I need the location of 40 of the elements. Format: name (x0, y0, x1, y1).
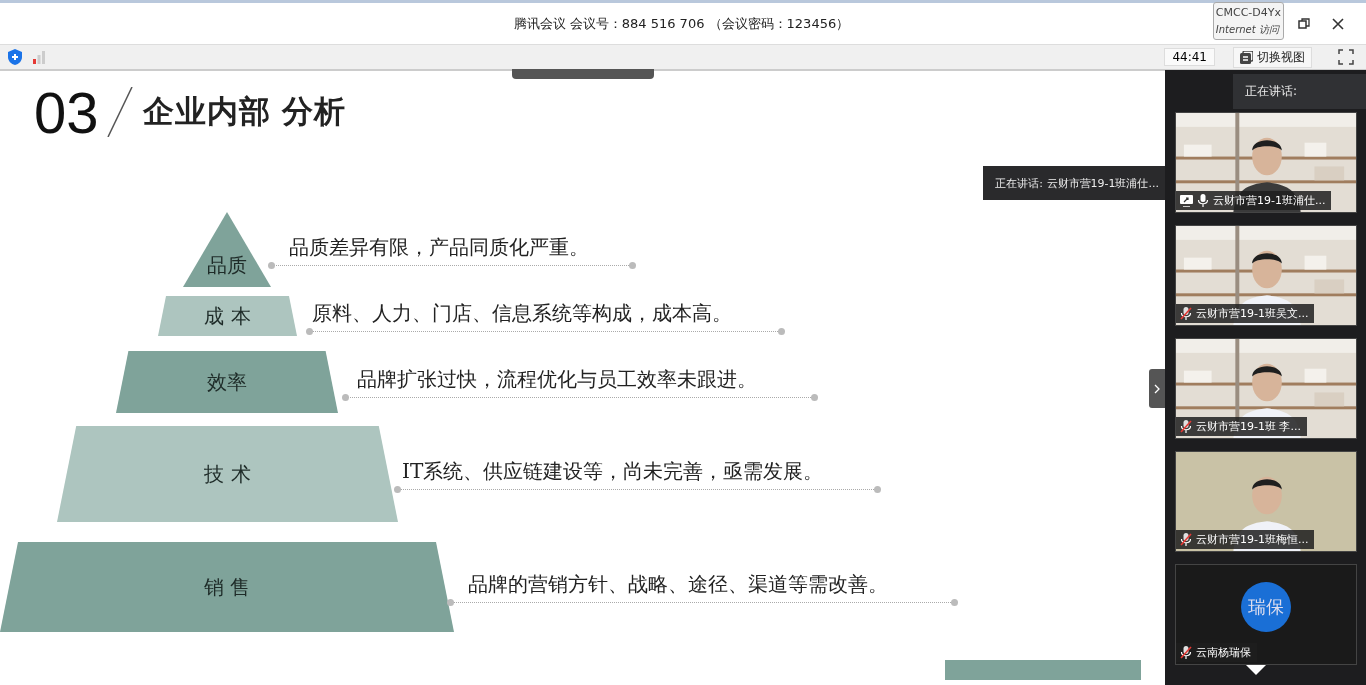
participant-name: 云财市营19-1班梅恒... (1196, 532, 1309, 547)
tier-label: 成 本 (204, 302, 251, 330)
participant-tile[interactable]: 云财市营19-1班浦仕... (1175, 112, 1357, 213)
participant-tile[interactable]: 云财市营19-1班吴文... (1175, 225, 1357, 326)
screen-share-icon (1180, 194, 1193, 207)
participant-name: 云财市营19-1班 李... (1196, 419, 1301, 434)
tier-description: 品质差异有限，产品同质化严重。 (288, 233, 590, 261)
participant-name: 云南杨瑞保 (1196, 645, 1251, 660)
speaking-tooltip: 正在讲话: 云财市营19-1班浦仕... (983, 166, 1165, 200)
window-title: 腾讯会议 会议号：884 516 706 （会议密码：123456） (512, 14, 851, 33)
participant-tile[interactable]: 云财市营19-1班梅恒... (1175, 451, 1357, 552)
slide-title: 企业内部 分析 (142, 92, 347, 131)
network-status: Internet 访问 (1215, 23, 1281, 37)
tier-description: 品牌扩张过快，流程优化与员工效率未跟进。 (356, 366, 758, 393)
tier-description: IT系统、供应链建设等，尚未完善，亟需发展。 (401, 458, 825, 485)
switch-view-icon (1240, 50, 1253, 64)
switch-view-button[interactable]: 切换视图 (1233, 46, 1312, 68)
fullscreen-icon[interactable] (1338, 49, 1354, 65)
meeting-timer: 44:41 (1164, 48, 1215, 66)
participant-name: 云财市营19-1班浦仕... (1213, 193, 1326, 208)
tier-label: 销 售 (203, 573, 251, 601)
close-icon[interactable] (1332, 17, 1344, 30)
slash-divider-icon (106, 87, 133, 137)
signal-icon[interactable] (32, 50, 46, 64)
participant-tile[interactable]: 云财市营19-1班 李... (1175, 338, 1357, 439)
tier-description: 品牌的营销方针、战略、途径、渠道等需改善。 (467, 571, 889, 598)
restore-icon[interactable] (1298, 17, 1310, 30)
avatar: 瑞保 (1241, 582, 1291, 632)
collapse-panel-button[interactable] (1149, 369, 1165, 408)
section-number: 03 (34, 78, 99, 146)
participant-tile[interactable]: 瑞保 云南杨瑞保 (1175, 564, 1357, 665)
network-name: CMCC-D4Yx (1215, 5, 1281, 21)
tier-label: 品质 (207, 252, 247, 279)
speaking-header: 正在讲话: (1233, 74, 1366, 109)
participant-name: 云财市营19-1班吴文... (1196, 306, 1309, 321)
tier-label: 技 术 (204, 460, 251, 488)
shield-icon[interactable] (8, 49, 22, 65)
tier-description: 原料、人力、门店、信息系统等构成，成本高。 (311, 300, 733, 327)
tier-label: 效率 (207, 368, 247, 396)
chevron-icon (1154, 383, 1160, 394)
